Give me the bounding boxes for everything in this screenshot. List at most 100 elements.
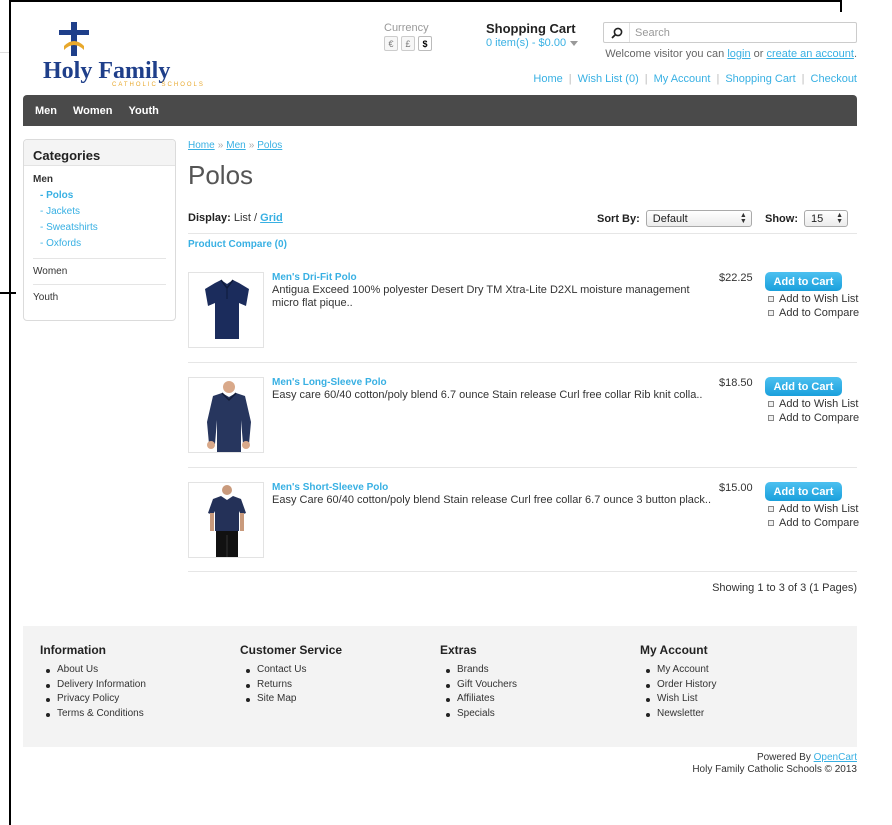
footer-link[interactable]: Privacy Policy [40, 692, 146, 707]
add-to-wishlist-link[interactable]: Add to Wish List [768, 398, 858, 410]
chevron-down-icon [570, 40, 579, 46]
footer-link[interactable]: Delivery Information [40, 678, 146, 693]
home-link[interactable]: Home [533, 73, 562, 85]
currency-euro-button[interactable]: € [384, 36, 398, 51]
product-image[interactable] [188, 272, 264, 348]
sort-select[interactable]: Default ▲ ▼ [645, 210, 752, 227]
display-list-option: List [233, 212, 251, 224]
footer-link[interactable]: Specials [440, 707, 517, 722]
currency-pound-button[interactable]: £ [401, 36, 415, 51]
category-youth[interactable]: Youth [33, 284, 166, 310]
footer-link[interactable]: Order History [640, 678, 716, 693]
category-men[interactable]: Men [24, 166, 175, 185]
create-account-link[interactable]: create an account [766, 48, 853, 60]
sort-control: Sort By: Default ▲ ▼ [597, 210, 752, 227]
search-input[interactable] [630, 26, 850, 39]
currency-label: Currency [384, 22, 429, 34]
breadcrumb-polos[interactable]: Polos [257, 140, 282, 151]
add-to-cart-button[interactable]: Add to Cart [765, 377, 842, 396]
footer-link[interactable]: Brands [440, 663, 517, 678]
subcategory-oxfords[interactable]: - Oxfords [40, 236, 175, 252]
add-to-wishlist-link[interactable]: Add to Wish List [768, 293, 858, 305]
sort-value: Default [652, 212, 688, 225]
link-separator: | [716, 73, 720, 85]
subcategory-jackets[interactable]: - Jackets [40, 204, 175, 220]
footer-column-title: Extras [440, 643, 477, 657]
sort-label: Sort By: [597, 212, 640, 225]
breadcrumb-men[interactable]: Men [226, 140, 245, 151]
footer-link[interactable]: Contact Us [240, 663, 342, 678]
product-item: Men's Dri-Fit Polo Antigua Exceed 100% p… [188, 272, 859, 362]
footer-link[interactable]: My Account [640, 663, 716, 678]
product-image[interactable] [188, 377, 264, 453]
short-sleeve-polo-image [208, 485, 246, 557]
nav-item-women[interactable]: Women [73, 105, 113, 117]
footer-link[interactable]: Terms & Conditions [40, 707, 146, 722]
product-name[interactable]: Men's Dri-Fit Polo [272, 272, 357, 283]
product-compare-link[interactable]: Product Compare (0) [188, 239, 287, 250]
footer-column-extras: Extras Brands Gift Vouchers Affiliates S… [440, 643, 517, 721]
subcategory-sweatshirts[interactable]: - Sweatshirts [40, 220, 175, 236]
bullet-square-icon [768, 415, 774, 421]
add-to-cart-button[interactable]: Add to Cart [765, 272, 842, 291]
display-grid-link[interactable]: Grid [260, 212, 283, 224]
site-logo[interactable]: Holy Family CATHOLIC SCHOOLS [40, 22, 230, 90]
footer-link[interactable]: About Us [40, 663, 146, 678]
footer-link[interactable]: Site Map [240, 692, 342, 707]
header-cart[interactable]: Shopping Cart 0 item(s) - $0.00 [486, 21, 579, 49]
link-separator: | [568, 73, 572, 85]
nav-item-youth[interactable]: Youth [129, 105, 159, 117]
search-box [603, 22, 857, 43]
bullet-square-icon [768, 506, 774, 512]
bullet-square-icon [768, 401, 774, 407]
breadcrumb-separator: » [217, 140, 224, 151]
currency-dollar-button[interactable]: $ [418, 36, 432, 51]
nav-item-men[interactable]: Men [35, 105, 57, 117]
add-to-compare-link[interactable]: Add to Compare [768, 517, 859, 529]
display-separator: / [250, 212, 261, 224]
footer-link[interactable]: Affiliates [440, 692, 517, 707]
welcome-middle: or [750, 48, 767, 60]
search-icon[interactable] [604, 23, 630, 42]
product-name[interactable]: Men's Short-Sleeve Polo [272, 482, 388, 493]
login-link[interactable]: login [727, 48, 750, 60]
select-arrows-icon: ▲ ▼ [836, 211, 843, 225]
product-image[interactable] [188, 482, 264, 558]
product-item: Men's Short-Sleeve Polo Easy Care 60/40 … [188, 482, 859, 572]
background-window-edge [0, 0, 9, 53]
cart-summary[interactable]: 0 item(s) - $0.00 [486, 37, 579, 49]
product-price: $15.00 [719, 482, 753, 494]
show-select[interactable]: 15 ▲ ▼ [804, 210, 848, 227]
add-to-wishlist-link[interactable]: Add to Wish List [768, 503, 858, 515]
product-item: Men's Long-Sleeve Polo Easy care 60/40 c… [188, 377, 859, 467]
header-links: Home | Wish List (0) | My Account | Shop… [533, 73, 857, 85]
add-to-compare-link[interactable]: Add to Compare [768, 412, 859, 424]
long-sleeve-polo-image [207, 381, 251, 452]
footer-link[interactable]: Newsletter [640, 707, 716, 722]
footer-link[interactable]: Returns [240, 678, 342, 693]
cross-icon [59, 22, 89, 56]
categories-title: Categories [24, 140, 175, 166]
show-value: 15 [811, 212, 824, 225]
wishlist-link[interactable]: Wish List (0) [578, 73, 639, 85]
breadcrumb-home[interactable]: Home [188, 140, 215, 151]
window-frame-left [9, 0, 11, 825]
background-window-edge-2 [0, 292, 16, 294]
footer-link[interactable]: Wish List [640, 692, 716, 707]
window-frame-top [9, 0, 841, 2]
add-to-cart-button[interactable]: Add to Cart [765, 482, 842, 501]
category-women[interactable]: Women [33, 258, 166, 284]
page-title: Polos [188, 160, 254, 190]
footer-link[interactable]: Gift Vouchers [440, 678, 517, 693]
powered-prefix: Powered By [756, 752, 814, 763]
my-account-link[interactable]: My Account [654, 73, 711, 85]
checkout-link[interactable]: Checkout [811, 73, 857, 85]
footer-column-title: Information [40, 643, 106, 657]
shopping-cart-link[interactable]: Shopping Cart [725, 73, 795, 85]
add-to-compare-link[interactable]: Add to Compare [768, 307, 859, 319]
product-name[interactable]: Men's Long-Sleeve Polo [272, 377, 387, 388]
copyright: Holy Family Catholic Schools © 2013 [692, 764, 857, 775]
subcategory-polos[interactable]: - Polos [40, 188, 175, 204]
opencart-link[interactable]: OpenCart [814, 752, 857, 763]
footer-column-title: My Account [640, 643, 708, 657]
